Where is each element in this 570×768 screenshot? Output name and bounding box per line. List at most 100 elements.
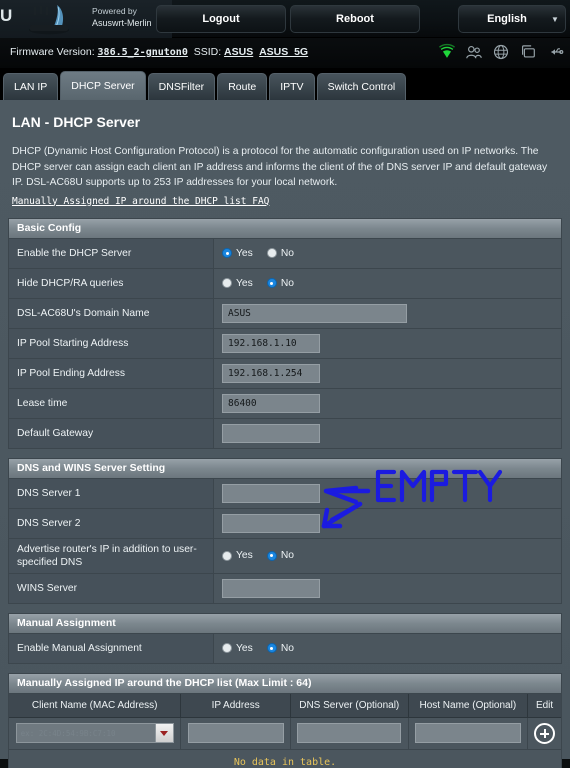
row-wins-server: WINS Server xyxy=(9,573,561,604)
column-ip-address: IP Address xyxy=(181,693,291,717)
ip-pool-end-input[interactable]: 192.168.1.254 xyxy=(222,363,320,383)
label-enable-dhcp-server: Enable the DHCP Server xyxy=(9,238,214,268)
lease-time-input[interactable]: 86400 xyxy=(222,393,320,413)
chevron-down-icon[interactable] xyxy=(154,724,173,742)
radio-group-enable-dhcp: Yes No xyxy=(222,248,294,259)
manual-list-entry-row: ex: 2C:4D:54:9B:C7:10 xyxy=(9,717,561,750)
row-hide-dhcp-ra-queries: Hide DHCP/RA queries Yes No xyxy=(9,268,561,299)
logo-letter: U xyxy=(0,6,12,25)
label-hide-dhcp-ra-queries: Hide DHCP/RA queries xyxy=(9,268,214,298)
router-admin-page: U Powered by Asuswrt-Merlin Logout Reboo… xyxy=(0,0,570,768)
row-ip-pool-end: IP Pool Ending Address 192.168.1.254 xyxy=(9,358,561,389)
manual-list-heading: Manually Assigned IP around the DHCP lis… xyxy=(9,673,561,694)
manual-list-header-row: Client Name (MAC Address) IP Address DNS… xyxy=(9,693,561,718)
ssid-24g-value: ASUS xyxy=(224,46,254,58)
logout-button[interactable]: Logout xyxy=(156,5,286,33)
page-title: LAN - DHCP Server xyxy=(12,114,141,130)
client-mac-select[interactable]: ex: 2C:4D:54:9B:C7:10 xyxy=(15,723,174,743)
radio-manual-assignment-no[interactable] xyxy=(266,643,277,653)
tab-dhcp-server[interactable]: DHCP Server xyxy=(60,71,146,100)
ip-pool-start-input[interactable]: 192.168.1.10 xyxy=(222,333,320,353)
firmware-version-value: 386.5_2-gnuton0 xyxy=(97,47,188,58)
column-host-name: Host Name (Optional) xyxy=(409,693,529,717)
tab-switch-control[interactable]: Switch Control xyxy=(316,73,407,100)
entry-ip-address-input[interactable] xyxy=(187,723,284,743)
guest-network-icon[interactable] xyxy=(465,43,483,61)
row-domain-name: DSL-AC68U's Domain Name ASUS xyxy=(9,298,561,329)
wifi-icon[interactable] xyxy=(438,43,456,61)
usb-icon[interactable] xyxy=(546,43,564,61)
label-dns-server-1: DNS Server 1 xyxy=(9,478,214,508)
radio-advertise-no[interactable] xyxy=(266,550,277,561)
main-content-panel: LAN - DHCP Server DHCP (Dynamic Host Con… xyxy=(0,100,570,768)
reboot-button[interactable]: Reboot xyxy=(290,5,420,33)
firmware-version-label: Firmware Version: xyxy=(10,46,95,58)
radio-hide-queries-no[interactable] xyxy=(266,278,277,288)
chevron-down-icon: ▼ xyxy=(551,14,559,24)
ssid-5g-value: ASUS_5G xyxy=(259,46,309,58)
default-gateway-input[interactable] xyxy=(222,423,320,443)
basic-config-section: Basic Config Enable the DHCP Server Yes … xyxy=(8,217,562,449)
radio-label-yes: Yes xyxy=(236,642,253,654)
faq-link[interactable]: Manually Assigned IP around the DHCP lis… xyxy=(12,196,269,207)
dns-wins-heading: DNS and WINS Server Setting xyxy=(9,458,561,479)
entry-host-name-input[interactable] xyxy=(414,723,521,743)
tab-dnsfilter[interactable]: DNSFilter xyxy=(147,73,216,100)
radio-advertise-yes[interactable] xyxy=(222,550,232,561)
wins-server-input[interactable] xyxy=(222,578,320,598)
manual-list-section: Manually Assigned IP around the DHCP lis… xyxy=(8,672,562,768)
row-ip-pool-start: IP Pool Starting Address 192.168.1.10 xyxy=(9,328,561,359)
domain-name-input[interactable]: ASUS xyxy=(222,303,407,323)
label-wins-server: WINS Server xyxy=(9,573,214,603)
brand-logo-area: U Powered by Asuswrt-Merlin xyxy=(0,0,172,38)
radio-label-no: No xyxy=(280,277,294,289)
page-description: DHCP (Dynamic Host Configuration Protoco… xyxy=(12,146,548,188)
router-product-image xyxy=(29,5,69,35)
label-ip-pool-end: IP Pool Ending Address xyxy=(9,358,214,388)
manual-assignment-section: Manual Assignment Enable Manual Assignme… xyxy=(8,612,562,664)
radio-label-yes: Yes xyxy=(236,247,253,259)
radio-hide-queries-yes[interactable] xyxy=(222,278,232,288)
manual-list-empty-message: No data in table. xyxy=(9,749,561,768)
radio-label-no: No xyxy=(280,642,294,654)
client-devices-icon[interactable] xyxy=(519,43,537,61)
status-icon-group xyxy=(438,43,564,61)
label-domain-name: DSL-AC68U's Domain Name xyxy=(9,298,214,328)
tab-iptv[interactable]: IPTV xyxy=(269,73,315,100)
row-dns-server-2: DNS Server 2 xyxy=(9,508,561,539)
label-dns-server-2: DNS Server 2 xyxy=(9,508,214,538)
plus-circle-icon[interactable] xyxy=(534,722,556,744)
row-lease-time: Lease time 86400 xyxy=(9,388,561,419)
internet-globe-icon[interactable] xyxy=(492,43,510,61)
lan-tab-strip: LAN IP DHCP Server DNSFilter Route IPTV … xyxy=(0,68,570,100)
language-label: English xyxy=(487,13,527,25)
row-dns-server-1: DNS Server 1 xyxy=(9,478,561,509)
firmware-info: Firmware Version: 386.5_2-gnuton0 SSID: … xyxy=(10,46,308,58)
column-client-name: Client Name (MAC Address) xyxy=(9,693,182,717)
label-enable-manual-assignment: Enable Manual Assignment xyxy=(9,633,214,663)
firmware-status-bar: Firmware Version: 386.5_2-gnuton0 SSID: … xyxy=(0,38,570,68)
dns-wins-section: DNS and WINS Server Setting DNS Server 1… xyxy=(8,457,562,604)
radio-label-yes: Yes xyxy=(236,277,253,289)
client-mac-placeholder: ex: 2C:4D:54:9B:C7:10 xyxy=(20,728,116,738)
row-advertise-router-ip: Advertise router's IP in addition to use… xyxy=(9,538,561,574)
label-ip-pool-start: IP Pool Starting Address xyxy=(9,328,214,358)
tab-route[interactable]: Route xyxy=(217,73,268,100)
label-advertise-router-ip: Advertise router's IP in addition to use… xyxy=(9,538,214,573)
radio-enable-dhcp-no[interactable] xyxy=(266,248,277,258)
radio-group-manual-assignment: Yes No xyxy=(222,643,294,654)
dns-server-1-input[interactable] xyxy=(222,483,320,503)
ssid-label: SSID: xyxy=(193,46,222,58)
dns-server-2-input[interactable] xyxy=(222,513,320,533)
top-bar: U Powered by Asuswrt-Merlin Logout Reboo… xyxy=(0,0,570,38)
label-default-gateway: Default Gateway xyxy=(9,418,214,448)
radio-enable-dhcp-yes[interactable] xyxy=(222,248,232,258)
radio-label-no: No xyxy=(280,247,294,259)
radio-manual-assignment-yes[interactable] xyxy=(222,643,232,653)
row-enable-manual-assignment: Enable Manual Assignment Yes No xyxy=(9,633,561,664)
entry-dns-server-input[interactable] xyxy=(297,723,402,743)
tab-lan-ip[interactable]: LAN IP xyxy=(3,73,59,100)
language-selector[interactable]: English ▼ xyxy=(458,5,566,33)
label-lease-time: Lease time xyxy=(9,388,214,418)
radio-group-advertise-router-ip: Yes No xyxy=(222,550,294,561)
